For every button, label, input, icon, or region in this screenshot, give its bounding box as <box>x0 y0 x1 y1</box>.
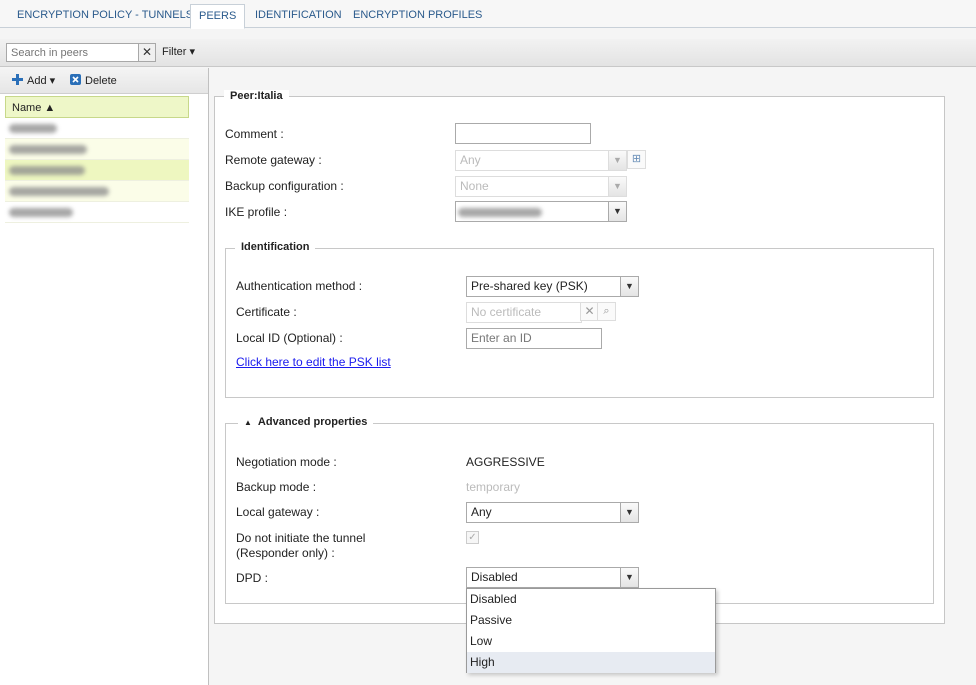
table-row[interactable] <box>5 160 189 181</box>
filter-button[interactable]: Filter ▾ <box>162 45 195 58</box>
table-row[interactable] <box>5 118 189 139</box>
redacted-text <box>458 208 542 217</box>
backup-config-value: None <box>460 179 489 193</box>
tab-identification[interactable]: IDENTIFICATION <box>247 4 350 28</box>
ike-profile-label: IKE profile : <box>225 205 288 219</box>
peer-grid: Name ▲ <box>5 96 189 223</box>
add-button[interactable]: Add ▾ <box>12 74 55 87</box>
column-header-name[interactable]: Name ▲ <box>5 96 189 118</box>
local-gateway-label: Local gateway : <box>236 505 320 519</box>
chevron-down-icon: ▼ <box>620 568 638 587</box>
tab-encryption-policy[interactable]: ENCRYPTION POLICY - TUNNELS <box>9 4 201 28</box>
plus-icon <box>12 74 23 85</box>
auth-method-value: Pre-shared key (PSK) <box>471 279 588 293</box>
edit-psk-link[interactable]: Click here to edit the PSK list <box>236 355 391 369</box>
remote-gateway-value: Any <box>460 153 481 167</box>
comment-field[interactable] <box>455 123 591 144</box>
clear-search-icon[interactable]: ✕ <box>138 44 155 61</box>
no-initiate-label-line1: Do not initiate the tunnel <box>236 531 366 545</box>
identification-legend: Identification <box>235 241 316 253</box>
certificate-label: Certificate : <box>236 305 297 319</box>
comment-label: Comment : <box>225 127 284 141</box>
advanced-legend[interactable]: ▲ Advanced properties <box>238 416 374 428</box>
tab-bar: ENCRYPTION POLICY - TUNNELS PEERS IDENTI… <box>0 0 976 29</box>
list-toolbar: Add ▾ Delete <box>0 68 208 94</box>
chevron-down-icon: ▼ <box>608 177 626 196</box>
local-id-field[interactable]: Enter an ID <box>466 328 602 349</box>
delete-label: Delete <box>85 75 117 87</box>
redacted-text <box>9 166 85 175</box>
redacted-text <box>9 187 109 196</box>
dpd-option[interactable]: Disabled <box>467 589 715 610</box>
backup-config-label: Backup configuration : <box>225 179 344 193</box>
dpd-option[interactable]: Low <box>467 631 715 652</box>
remote-gateway-label: Remote gateway : <box>225 153 322 167</box>
search-box: ✕ <box>6 43 156 62</box>
advanced-legend-text: Advanced properties <box>257 416 368 428</box>
negotiation-mode-value: AGGRESSIVE <box>466 455 545 469</box>
add-object-icon[interactable]: ⊞ <box>627 150 646 169</box>
search-icon[interactable]: ⌕ <box>597 302 616 321</box>
dpd-option-highlighted[interactable]: High <box>467 652 715 673</box>
negotiation-mode-label: Negotiation mode : <box>236 455 337 469</box>
dpd-value: Disabled <box>471 570 518 584</box>
delete-button[interactable]: Delete <box>70 74 117 87</box>
backup-mode-label: Backup mode : <box>236 480 317 494</box>
table-row[interactable] <box>5 181 189 202</box>
tab-peers[interactable]: PEERS <box>190 4 246 29</box>
redacted-text <box>9 145 87 154</box>
chevron-down-icon: ▼ <box>620 503 638 522</box>
remote-gateway-select[interactable]: Any ▼ <box>455 150 627 171</box>
chevron-down-icon: ▼ <box>608 202 626 221</box>
ike-profile-select[interactable]: ▼ <box>455 201 627 222</box>
redacted-text <box>9 208 73 217</box>
auth-method-label: Authentication method : <box>236 279 363 293</box>
no-initiate-label-line2: (Responder only) : <box>236 546 335 560</box>
identification-fieldset <box>225 248 934 398</box>
local-gateway-value: Any <box>471 505 492 519</box>
dpd-select[interactable]: Disabled ▼ <box>466 567 639 588</box>
local-gateway-select[interactable]: Any ▼ <box>466 502 639 523</box>
chevron-down-icon: ▼ <box>608 151 626 170</box>
dpd-label: DPD : <box>236 571 269 585</box>
no-initiate-checkbox[interactable]: ✓ <box>466 531 479 544</box>
peer-list-panel: Add ▾ Delete Name ▲ <box>0 68 209 685</box>
table-row[interactable] <box>5 139 189 160</box>
backup-config-select[interactable]: None ▼ <box>455 176 627 197</box>
redacted-text <box>9 124 57 133</box>
table-row[interactable] <box>5 202 189 223</box>
local-id-label: Local ID (Optional) : <box>236 331 343 345</box>
peer-legend: Peer:Italia <box>224 90 289 102</box>
certificate-field[interactable]: No certificate <box>466 302 582 323</box>
toolbar: ✕ Filter ▾ <box>0 39 976 67</box>
chevron-down-icon: ▼ <box>620 277 638 296</box>
search-input[interactable] <box>7 44 135 61</box>
collapse-triangle-icon: ▲ <box>244 418 252 427</box>
tab-encryption-profiles[interactable]: ENCRYPTION PROFILES <box>345 4 490 28</box>
add-label: Add ▾ <box>27 75 56 87</box>
auth-method-select[interactable]: Pre-shared key (PSK) ▼ <box>466 276 639 297</box>
dpd-option[interactable]: Passive <box>467 610 715 631</box>
delete-icon <box>70 74 81 85</box>
dpd-dropdown-list: Disabled Passive Low High <box>466 588 716 673</box>
backup-mode-value: temporary <box>466 480 521 494</box>
